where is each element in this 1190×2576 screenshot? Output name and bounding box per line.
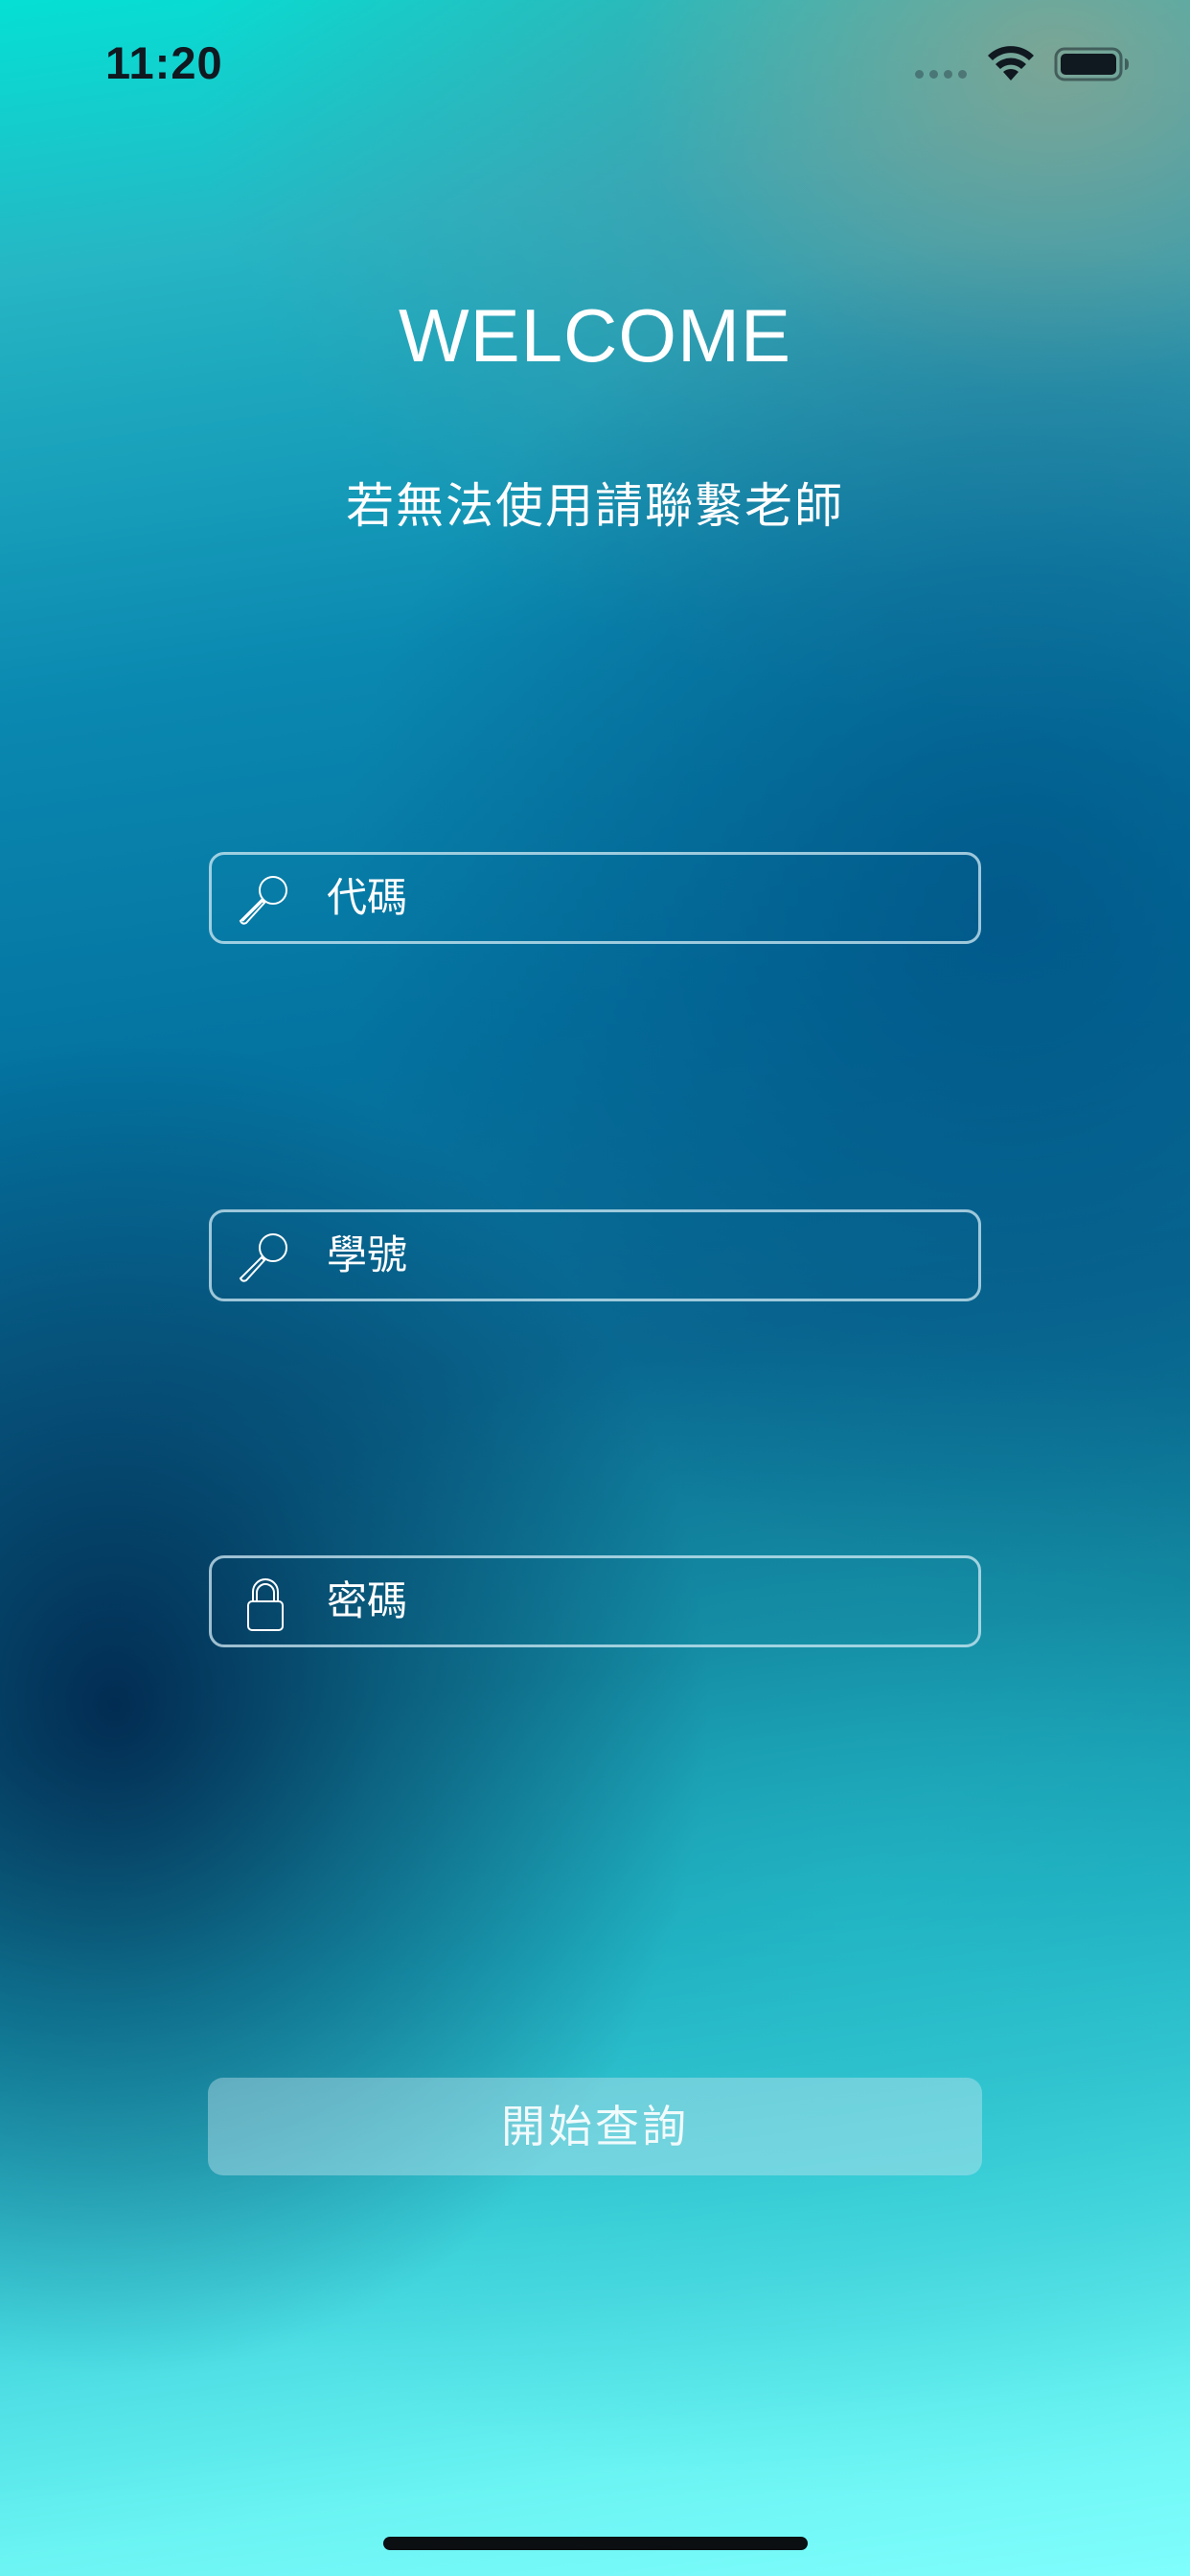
lock-icon — [247, 1578, 284, 1631]
cellular-signal-icon — [915, 70, 967, 79]
status-bar: 11:20 — [0, 0, 1190, 129]
password-input[interactable] — [327, 1558, 959, 1644]
code-input[interactable] — [327, 855, 959, 941]
status-time: 11:20 — [105, 37, 223, 88]
code-field[interactable] — [209, 852, 981, 944]
battery-icon — [1054, 47, 1129, 81]
start-query-button[interactable]: 開始查詢 — [208, 2078, 982, 2175]
wifi-icon — [988, 46, 1034, 80]
welcome-title: WELCOME — [398, 293, 792, 378]
student-id-field[interactable] — [209, 1209, 981, 1301]
magnifier-icon — [239, 1233, 287, 1282]
magnifier-icon — [239, 876, 287, 925]
student-id-input[interactable] — [327, 1212, 959, 1299]
contact-teacher-subtitle: 若無法使用請聯繫老師 — [346, 479, 844, 533]
home-indicator[interactable] — [383, 2537, 808, 2550]
password-field[interactable] — [209, 1555, 981, 1647]
